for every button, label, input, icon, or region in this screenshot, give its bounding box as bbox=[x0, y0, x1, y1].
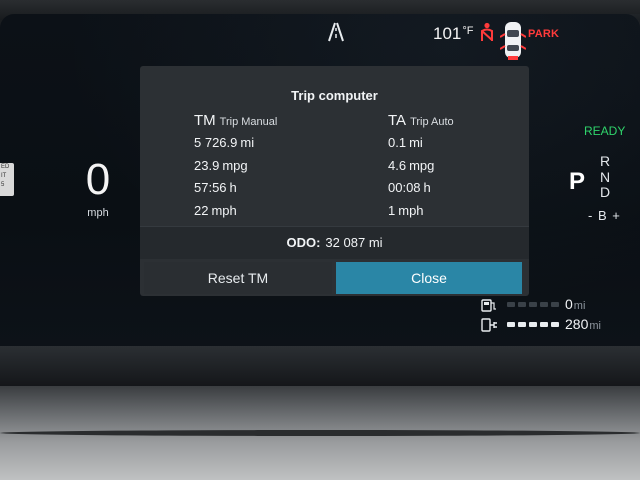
reset-tm-button[interactable]: Reset TM bbox=[144, 262, 332, 294]
range-bar-segment bbox=[507, 322, 515, 327]
range-bar-segment bbox=[551, 322, 559, 327]
range-bar-segment bbox=[518, 322, 526, 327]
gear-n: N bbox=[599, 168, 611, 185]
range-bar-segment bbox=[529, 302, 537, 307]
ready-indicator: READY bbox=[584, 124, 626, 138]
speedometer-unit: mph bbox=[87, 207, 109, 219]
trip-auto-header: TA Trip Auto bbox=[388, 112, 454, 132]
seatbelt-warning-icon bbox=[481, 22, 493, 41]
range-bar-segment bbox=[551, 302, 559, 307]
trip-manual-abbr: TM bbox=[194, 112, 216, 129]
lane-keep-icon bbox=[328, 22, 344, 42]
fuel-range-bar bbox=[507, 302, 559, 307]
gear-d: D bbox=[599, 184, 611, 200]
range-bar-segment bbox=[507, 302, 515, 307]
park-brake-indicator: PARK bbox=[528, 28, 560, 40]
range-bar-segment bbox=[540, 302, 548, 307]
electric-range-value: 280mi bbox=[565, 316, 601, 332]
range-bar-segment bbox=[529, 322, 537, 327]
trip-manual-label: Trip Manual bbox=[219, 116, 278, 128]
trip-auto-abbr: TA bbox=[388, 112, 407, 129]
cluster-bezel bbox=[0, 346, 640, 390]
gear-list: R N D bbox=[598, 153, 612, 201]
odometer-label: ODO: bbox=[286, 235, 321, 250]
odometer: ODO: 32 087 mi bbox=[140, 235, 529, 250]
gear-selected: P bbox=[569, 168, 586, 195]
regen-level: - B + bbox=[588, 208, 621, 223]
ta-time: 00:08 h bbox=[388, 180, 431, 195]
tm-economy: 23.9 mpg bbox=[194, 157, 248, 173]
trip-auto-column: TA Trip Auto 0.1 mi 4.6 mpg 00:08 h 1 mph bbox=[388, 112, 454, 222]
range-bar-segment bbox=[540, 322, 548, 327]
trip-manual-header: TM Trip Manual bbox=[194, 112, 277, 132]
outside-temperature: 101°F bbox=[433, 24, 474, 43]
range-bar-segment bbox=[518, 302, 526, 307]
dialog-title: Trip computer bbox=[291, 88, 378, 103]
electric-range-bar bbox=[507, 322, 559, 327]
fuel-pump-icon bbox=[481, 299, 496, 312]
tm-time: 57:56 h bbox=[194, 180, 237, 195]
ta-economy: 4.6 mpg bbox=[388, 157, 435, 173]
tm-distance: 5 726.9 mi bbox=[194, 135, 255, 150]
ta-distance: 0.1 mi bbox=[388, 135, 423, 150]
trip-auto-label: Trip Auto bbox=[410, 116, 454, 128]
odometer-unit: mi bbox=[368, 235, 383, 250]
speedometer-value: 0 bbox=[85, 155, 111, 204]
ta-avg-speed: 1 mph bbox=[388, 202, 424, 218]
car-doors-icon bbox=[500, 22, 526, 60]
trip-computer-dialog: Trip computer TM Trip Manual 5 726.9 mi 23… bbox=[140, 66, 529, 296]
trip-manual-column: TM Trip Manual 5 726.9 mi 23.9 mpg 57:56 h 2… bbox=[194, 112, 277, 222]
fuel-range-value: 0mi bbox=[565, 296, 586, 312]
speed-limit-tag: ED IT 5 bbox=[0, 163, 14, 196]
odometer-band: ODO: 32 087 mi bbox=[140, 226, 529, 259]
plug-icon bbox=[481, 318, 497, 332]
odometer-value: 32 087 bbox=[325, 235, 366, 250]
close-button[interactable]: Close bbox=[336, 262, 522, 294]
gear-r: R bbox=[599, 153, 611, 169]
tm-avg-speed: 22 mph bbox=[194, 202, 237, 218]
temperature-unit: °F bbox=[462, 25, 474, 37]
